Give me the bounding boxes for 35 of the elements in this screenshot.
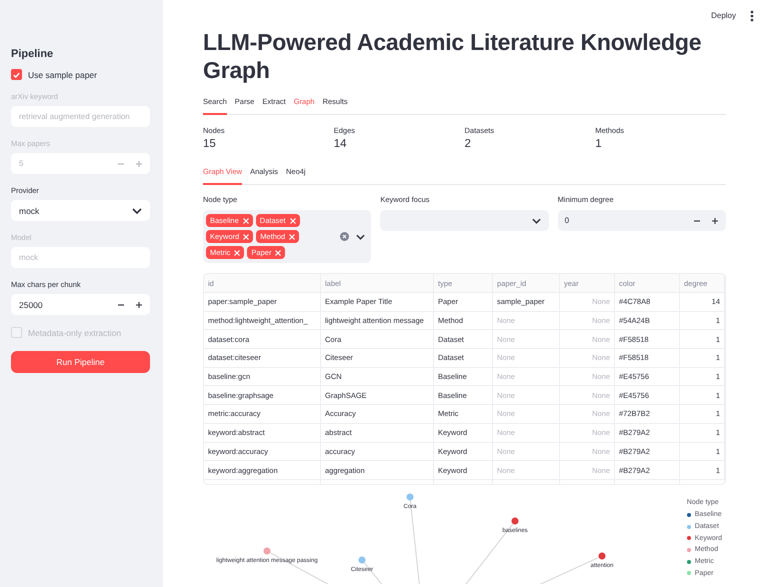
- minus-icon[interactable]: [118, 302, 124, 308]
- sidebar-title: Pipeline: [11, 48, 54, 60]
- graph-node[interactable]: [264, 548, 270, 554]
- metric-value: 2: [464, 138, 472, 150]
- metric-value: 14: [334, 138, 348, 150]
- page-title: LLM-Powered Academic Literature Knowledge Graph: [203, 28, 702, 84]
- plus-icon[interactable]: [136, 302, 142, 308]
- chevron-down-icon: [532, 218, 541, 224]
- metric-value: 1: [595, 138, 603, 150]
- input-field[interactable]: 25000: [11, 294, 150, 315]
- close-icon[interactable]: [243, 234, 250, 240]
- metric-value: 15: [203, 138, 217, 150]
- minus-icon[interactable]: [694, 218, 700, 224]
- close-icon[interactable]: [289, 234, 296, 240]
- run-pipeline-button[interactable]: Run Pipeline: [11, 351, 150, 373]
- chevron-down-icon: [132, 208, 142, 214]
- clear-icon[interactable]: [340, 232, 350, 241]
- input-field[interactable]: 0: [558, 210, 726, 231]
- plus-icon[interactable]: [712, 218, 718, 224]
- checkbox[interactable]: [11, 69, 22, 80]
- close-icon[interactable]: [234, 250, 240, 256]
- close-icon[interactable]: [242, 218, 249, 224]
- checkbox-label: Use sample paper: [28, 70, 97, 80]
- graph-node[interactable]: [598, 552, 606, 560]
- close-icon[interactable]: [275, 250, 282, 256]
- deploy-button[interactable]: Deploy: [711, 9, 736, 22]
- graph-node[interactable]: [406, 494, 414, 500]
- menu-icon[interactable]: [750, 10, 754, 22]
- graph-node[interactable]: [512, 518, 518, 524]
- select-field[interactable]: [380, 210, 549, 231]
- chevron-down-icon[interactable]: [356, 234, 366, 240]
- select-field[interactable]: mock: [11, 200, 150, 221]
- close-icon[interactable]: [290, 218, 296, 224]
- checkbox-label: Metadata-only extraction: [28, 328, 122, 338]
- graph-node[interactable]: [358, 556, 366, 564]
